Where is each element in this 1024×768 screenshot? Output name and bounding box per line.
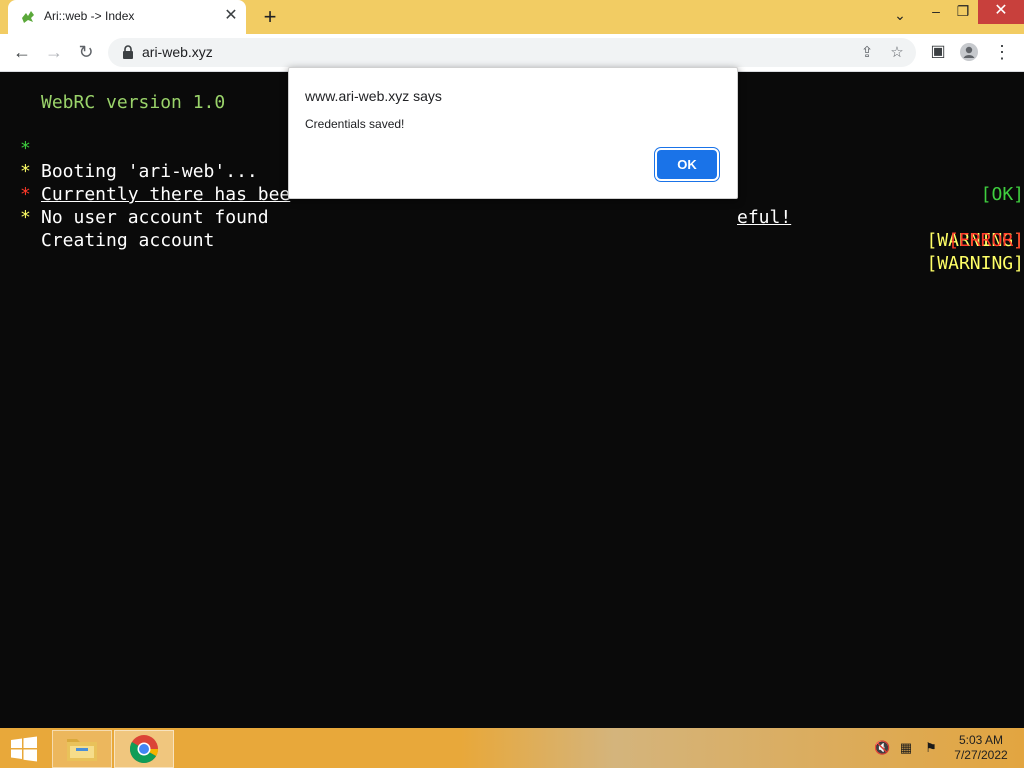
profile-avatar-icon[interactable] bbox=[957, 40, 981, 64]
chrome-icon bbox=[130, 735, 158, 763]
forward-arrow-icon[interactable]: → bbox=[42, 40, 66, 64]
dialog-message: Credentials saved! bbox=[305, 117, 405, 131]
address-bar[interactable]: ari-web.xyz ⇪ ☆ bbox=[108, 38, 916, 67]
clock-time: 5:03 AM bbox=[958, 733, 1004, 747]
log-text: No user account found bbox=[41, 207, 269, 228]
alert-dialog: www.ari-web.xyz says Credentials saved! … bbox=[288, 67, 738, 199]
log-text-link-tail[interactable]: eful! bbox=[737, 206, 791, 229]
browser-tab[interactable]: Ari::web -> Index ✕ bbox=[8, 0, 246, 34]
side-panel-icon[interactable]: ▣ bbox=[926, 40, 950, 64]
folder-icon bbox=[67, 739, 97, 761]
ok-button[interactable]: OK bbox=[657, 150, 717, 179]
reload-icon[interactable]: ↻ bbox=[74, 40, 98, 64]
tab-title: Ari::web -> Index bbox=[44, 9, 135, 23]
back-arrow-icon[interactable]: ← bbox=[10, 40, 34, 64]
volume-muted-icon[interactable]: 🔇 bbox=[874, 740, 890, 756]
network-icon[interactable]: ▦ bbox=[898, 740, 914, 756]
tab-close-icon[interactable]: ✕ bbox=[222, 7, 240, 25]
more-menu-icon[interactable]: ⋮ bbox=[990, 40, 1014, 64]
clock-date: 7/27/2022 bbox=[954, 748, 1008, 762]
taskbar: 🔇 ▦ ⚑ 5:03 AM 7/27/2022 bbox=[0, 728, 1024, 768]
share-icon[interactable]: ⇪ bbox=[856, 42, 878, 64]
log-text: Creating account bbox=[41, 230, 215, 251]
chrome-taskbar-button[interactable] bbox=[114, 730, 174, 768]
minimize-button[interactable]: – bbox=[921, 0, 951, 24]
action-center-flag-icon[interactable]: ⚑ bbox=[923, 740, 939, 756]
tab-search-chevron-icon[interactable]: ⌄ bbox=[885, 4, 915, 28]
bookmark-star-icon[interactable]: ☆ bbox=[886, 42, 908, 64]
status-error: [ERROR] bbox=[948, 230, 1024, 251]
log-bullet: * bbox=[20, 207, 31, 228]
close-window-button[interactable]: ✕ bbox=[978, 0, 1024, 24]
status-warning: [WARNING] bbox=[926, 253, 1024, 274]
restore-button[interactable]: ❐ bbox=[948, 0, 978, 24]
site-favicon-icon bbox=[22, 11, 34, 23]
file-explorer-taskbar-button[interactable] bbox=[52, 730, 112, 768]
url-text[interactable]: ari-web.xyz bbox=[142, 44, 213, 60]
dialog-title: www.ari-web.xyz says bbox=[305, 88, 442, 104]
system-clock[interactable]: 5:03 AM 7/27/2022 bbox=[948, 733, 1014, 763]
windows-start-icon[interactable] bbox=[10, 736, 38, 762]
lock-icon bbox=[123, 45, 133, 59]
tab-strip: Ari::web -> Index ✕ + ⌄ – ❐ ✕ bbox=[0, 0, 1024, 34]
new-tab-button[interactable]: + bbox=[258, 5, 282, 29]
